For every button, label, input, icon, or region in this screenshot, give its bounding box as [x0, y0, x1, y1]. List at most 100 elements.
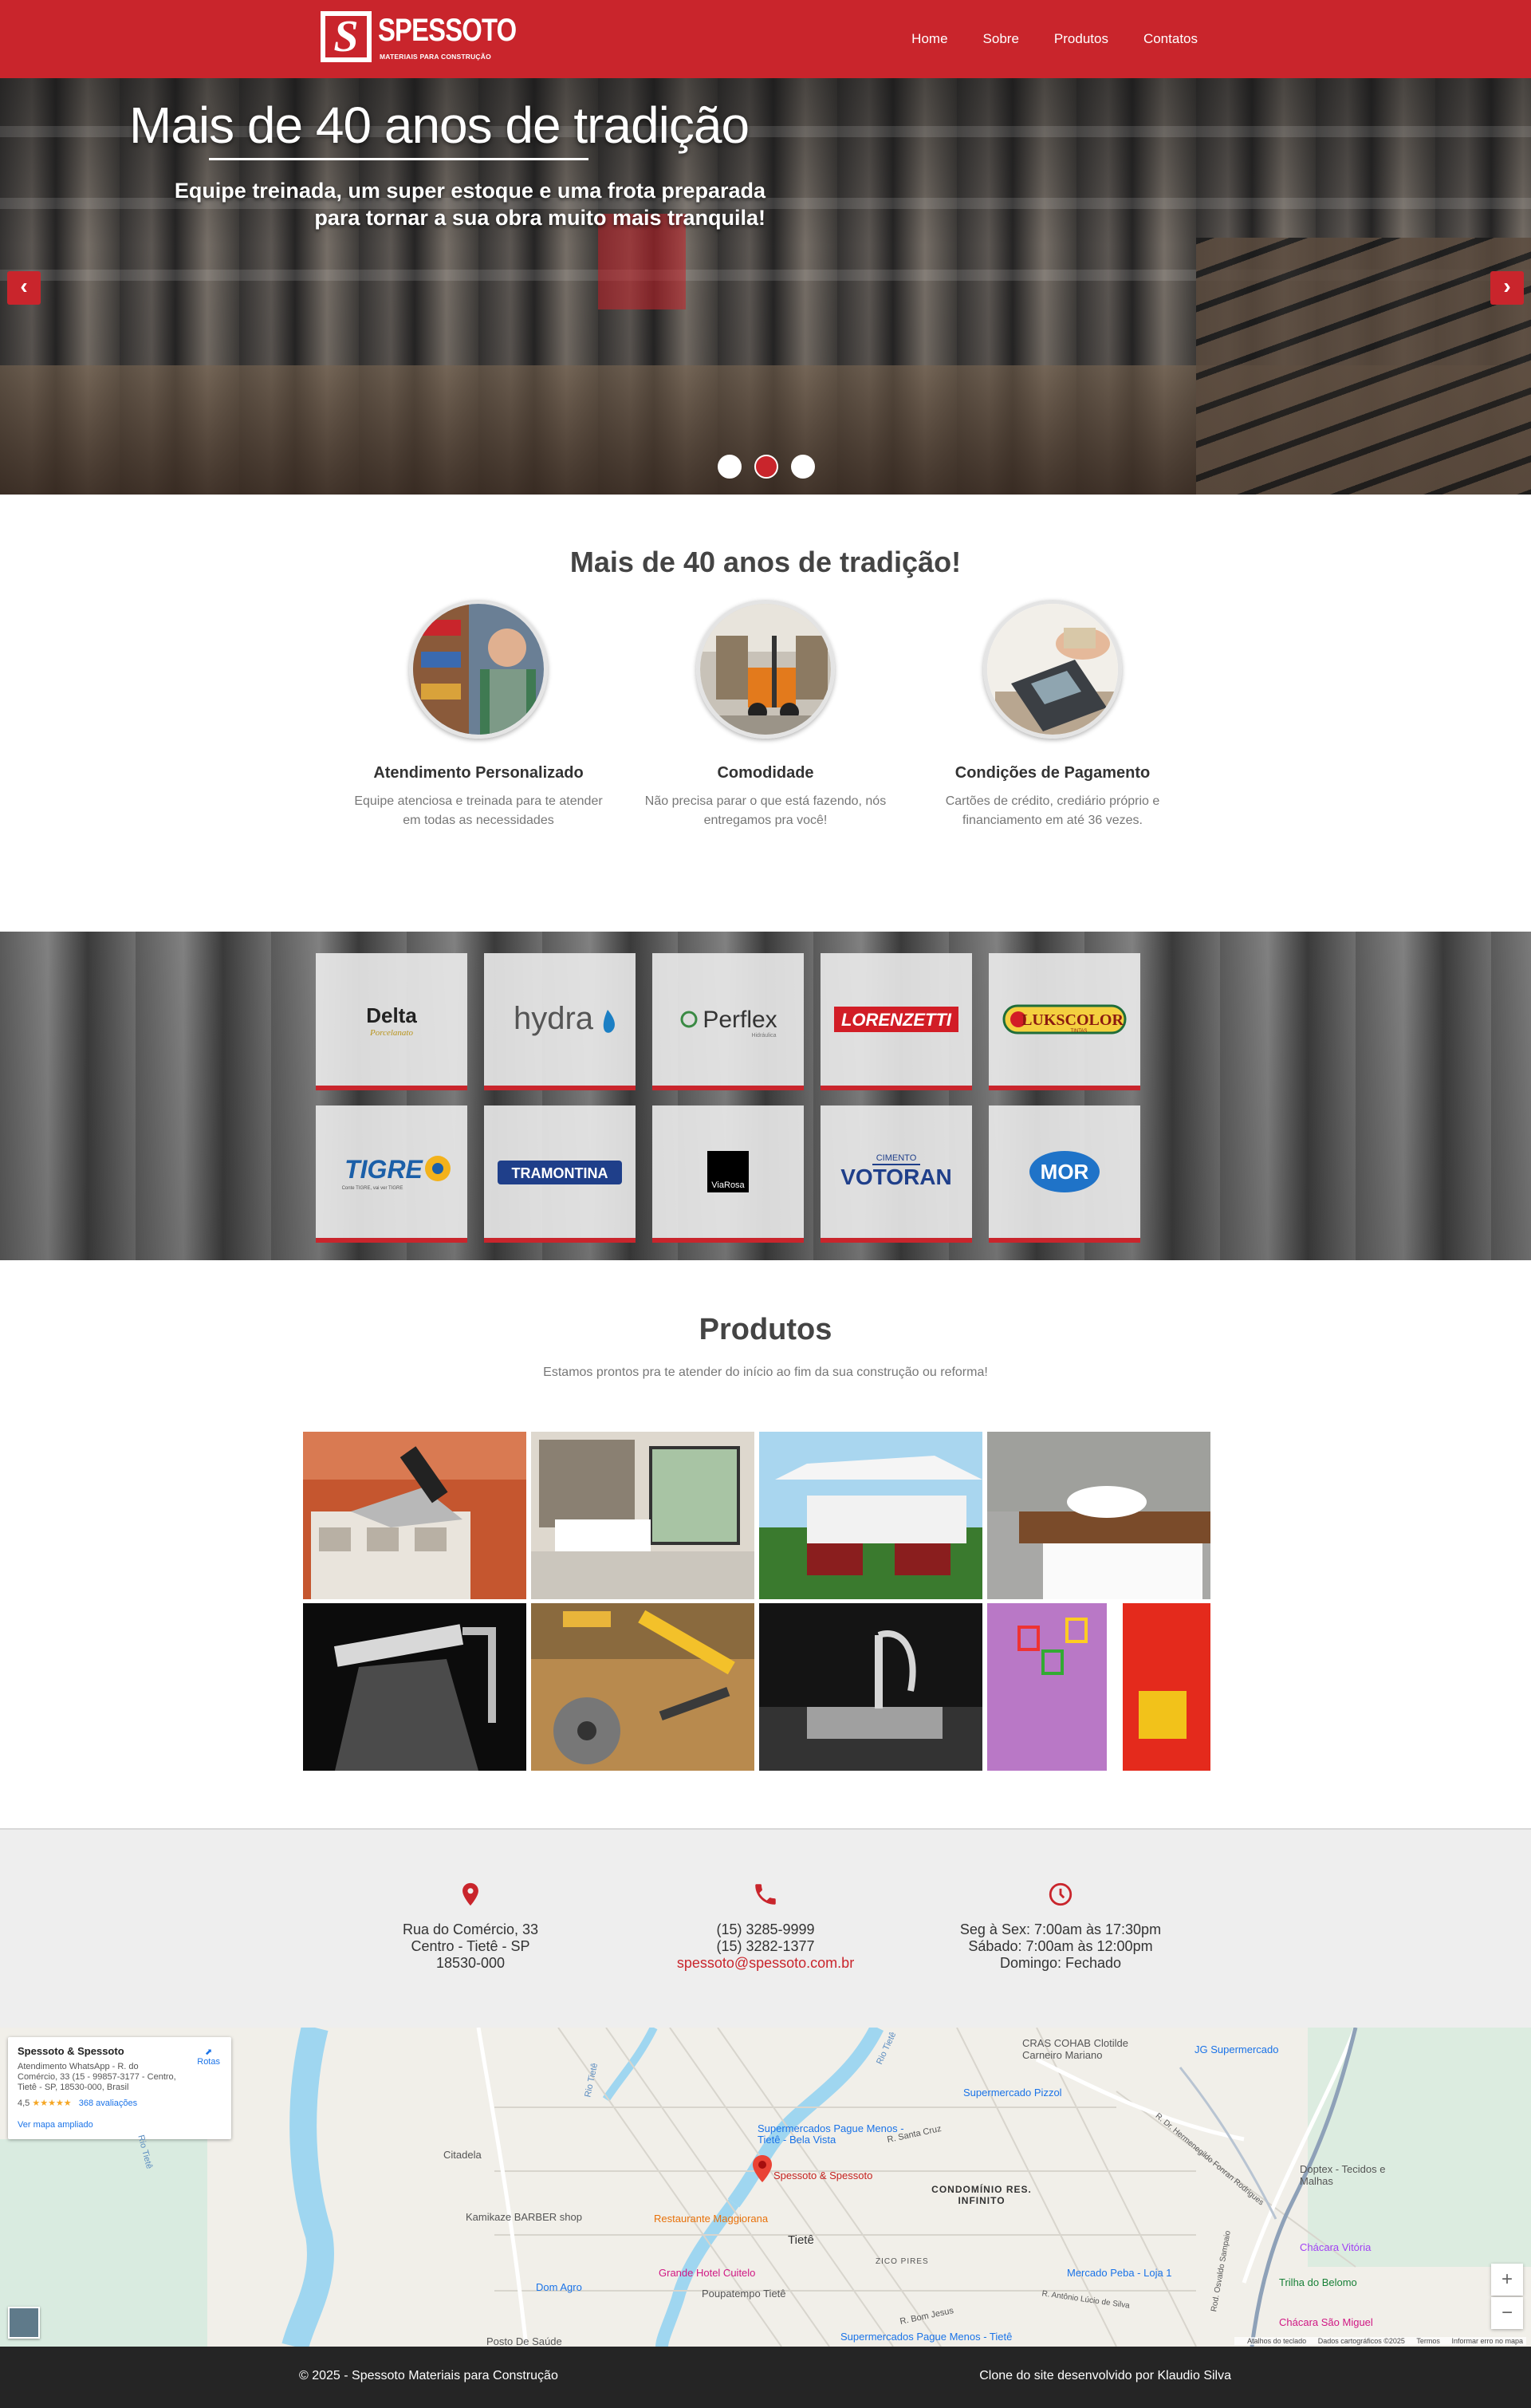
zoom-out-button[interactable]: −	[1491, 2297, 1523, 2329]
site-footer: © 2025 - Spessoto Materiais para Constru…	[0, 2347, 1531, 2408]
feature-text: Cartões de crédito, crediário próprio e …	[945, 794, 1160, 827]
map-pin-icon	[462, 1882, 478, 1906]
brand-perflex-text: Perflex	[703, 1007, 777, 1033]
map-label-jg[interactable]: JG Supermercado	[1194, 2043, 1279, 2055]
brand-hydra-text: hydra	[514, 1001, 594, 1036]
google-map[interactable]: Spessoto & Spessoto Atendimento WhatsApp…	[0, 2028, 1531, 2347]
produtos-title: Produtos	[699, 1313, 832, 1346]
brand-delta-sub: Porcelanato	[369, 1028, 413, 1038]
carousel-dot-3[interactable]	[791, 455, 815, 479]
carousel-indicators	[718, 455, 815, 479]
reviews-link[interactable]: 368 avaliações	[79, 2099, 137, 2108]
feature-text: Equipe atenciosa e treinada para te aten…	[354, 794, 603, 827]
map-label-citadela[interactable]: Citadela	[443, 2149, 482, 2161]
brands-section: Delta Porcelanato hydra Perflex Hidráuli…	[0, 932, 1531, 1260]
product-tile-jardim[interactable]	[759, 1432, 982, 1599]
contact-section: Rua do Comércio, 33 Centro - Tietê - SP …	[0, 1828, 1531, 2028]
product-tile-construcao[interactable]	[303, 1432, 526, 1599]
carousel-dot-2[interactable]	[754, 455, 778, 479]
hero-carousel: Mais de 40 anos de tradição Equipe trein…	[0, 78, 1531, 495]
brand-hydra[interactable]: hydra	[484, 953, 636, 1090]
map-label-spessoto[interactable]: Spessoto & Spessoto	[773, 2170, 872, 2181]
chevron-left-icon[interactable]: ‹	[7, 271, 41, 305]
map-label-dom-agro[interactable]: Dom Agro	[536, 2281, 582, 2293]
contact-phone: (15) 3285-9999 (15) 3282-1377 spessoto@s…	[646, 1881, 885, 1972]
brand-mor-text: MOR	[1041, 1160, 1089, 1184]
zoom-in-button[interactable]: +	[1491, 2264, 1523, 2296]
brand-tigre[interactable]: TIGRE Conte TIGRE, vai ver TIGRE	[316, 1105, 467, 1243]
feature-title: Comodidade	[717, 764, 814, 782]
nav-produtos[interactable]: Produtos	[1037, 31, 1126, 47]
logo[interactable]: S SPESSOTO MATERIAIS PARA CONSTRUÇÃO	[321, 11, 517, 64]
feature-comodidade: Comodidade Não precisa parar o que está …	[630, 600, 901, 830]
feature-title: Condições de Pagamento	[954, 764, 1151, 782]
map-label-kamikaze[interactable]: Kamikaze BARBER shop	[466, 2211, 582, 2223]
map-label-sao-miguel[interactable]: Chácara São Miguel	[1279, 2316, 1373, 2328]
brand-delta[interactable]: Delta Porcelanato	[316, 953, 467, 1090]
feature-image-atendimento	[409, 600, 548, 739]
map-place-card: Spessoto & Spessoto Atendimento WhatsApp…	[8, 2037, 231, 2139]
brand-perflex[interactable]: Perflex Hidráulica	[652, 953, 804, 1090]
map-report-link[interactable]: Informar erro no mapa	[1451, 2337, 1523, 2345]
product-tile-ferramentas[interactable]	[531, 1603, 754, 1771]
map-label-vitoria[interactable]: Chácara Vitória	[1300, 2241, 1371, 2253]
map-marker-icon[interactable]	[753, 2155, 772, 2182]
footer-copyright: © 2025 - Spessoto Materiais para Constru…	[299, 2369, 558, 2382]
brand-lukscolor-sub: TINTAS	[1071, 1029, 1088, 1034]
brand-votoran-top: CIMENTO	[876, 1153, 917, 1163]
hero-bg-stairs	[1196, 238, 1531, 495]
logo-mark: S	[321, 11, 372, 62]
brand-mor[interactable]: MOR	[989, 1105, 1140, 1243]
main-nav: Home Sobre Produtos Contatos	[894, 0, 1215, 78]
nav-sobre[interactable]: Sobre	[966, 31, 1037, 47]
map-label-poupatempo[interactable]: Poupatempo Tietê	[702, 2288, 786, 2300]
brand-tramontina[interactable]: TRAMONTINA	[484, 1105, 636, 1243]
product-tile-chuveiros[interactable]	[303, 1603, 526, 1771]
nav-contatos[interactable]: Contatos	[1126, 31, 1215, 47]
product-tile-decoracao[interactable]	[987, 1603, 1210, 1771]
feature-pagamento: Condições de Pagamento Cartões de crédit…	[917, 600, 1188, 830]
larger-map-link[interactable]: Ver mapa ampliado	[18, 2120, 93, 2130]
map-label-zico: ZICO PIRES	[876, 2257, 929, 2266]
map-label-doptex[interactable]: Doptex - Tecidos e Malhas	[1300, 2163, 1395, 2187]
map-label-posto[interactable]: Posto De Saúde	[486, 2335, 562, 2347]
product-tile-pisos[interactable]	[531, 1432, 754, 1599]
feature-atendimento: Atendimento Personalizado Equipe atencio…	[343, 600, 614, 830]
brand-lukscolor[interactable]: LUKSCOLOR TINTAS	[989, 953, 1140, 1090]
map-shortcuts-link[interactable]: Atalhos do teclado	[1247, 2337, 1306, 2345]
directions-icon: ⬈	[205, 2047, 213, 2057]
map-label-belomo[interactable]: Trilha do Belomo	[1279, 2276, 1357, 2288]
map-label-pague-menos2[interactable]: Supermercados Pague Menos - Tietê	[840, 2331, 1012, 2343]
phone-line2[interactable]: (15) 3282-1377	[646, 1938, 885, 1955]
map-label-peba[interactable]: Mercado Peba - Loja 1	[1067, 2267, 1172, 2279]
map-place-address: Atendimento WhatsApp - R. do Comércio, 3…	[18, 2062, 176, 2092]
brand-viarosa[interactable]: ViaRosa	[652, 1105, 804, 1243]
rating-value: 4,5	[18, 2099, 30, 2108]
brand-viarosa-text: ViaRosa	[711, 1180, 745, 1190]
chevron-right-icon[interactable]: ›	[1490, 271, 1524, 305]
map-label-cohab[interactable]: CRAS COHAB Clotilde Carneiro Mariano	[1022, 2037, 1142, 2061]
map-terms-link[interactable]: Termos	[1416, 2337, 1440, 2345]
phone-line1[interactable]: (15) 3285-9999	[646, 1921, 885, 1938]
feature-image-comodidade	[696, 600, 835, 739]
features-title: Mais de 40 anos de tradição!	[569, 546, 962, 578]
product-tile-banheiro[interactable]	[987, 1432, 1210, 1599]
feature-title: Atendimento Personalizado	[373, 764, 584, 782]
map-label-tiete: Tietê	[788, 2233, 814, 2247]
street-view-icon[interactable]	[8, 2307, 40, 2339]
map-data-text: Dados cartográficos ©2025	[1317, 2337, 1405, 2345]
map-label-pizzol[interactable]: Supermercado Pizzol	[963, 2087, 1062, 2099]
brand-votoran[interactable]: CIMENTO VOTORAN	[821, 1105, 972, 1243]
brand-votoran-text: VOTORAN	[840, 1165, 952, 1189]
footer-credit: Clone do site desenvolvido por Klaudio S…	[979, 2369, 1231, 2382]
brand-lorenzetti[interactable]: LORENZETTI	[821, 953, 972, 1090]
map-label-grande-hotel[interactable]: Grande Hotel Cuitelo	[659, 2267, 755, 2279]
product-tile-cozinha[interactable]	[759, 1603, 982, 1771]
nav-home[interactable]: Home	[894, 31, 965, 47]
hours-line2: Sábado: 7:00am às 12:00pm	[968, 1938, 1153, 1954]
carousel-dot-1[interactable]	[718, 455, 742, 479]
map-label-maggiorana[interactable]: Restaurante Maggiorana	[654, 2213, 768, 2225]
directions-button[interactable]: ⬈ Rotas	[197, 2047, 220, 2067]
produtos-subtitle: Estamos prontos pra te atender do início…	[543, 1366, 988, 1379]
email-link[interactable]: spessoto@spessoto.com.br	[646, 1955, 885, 1972]
